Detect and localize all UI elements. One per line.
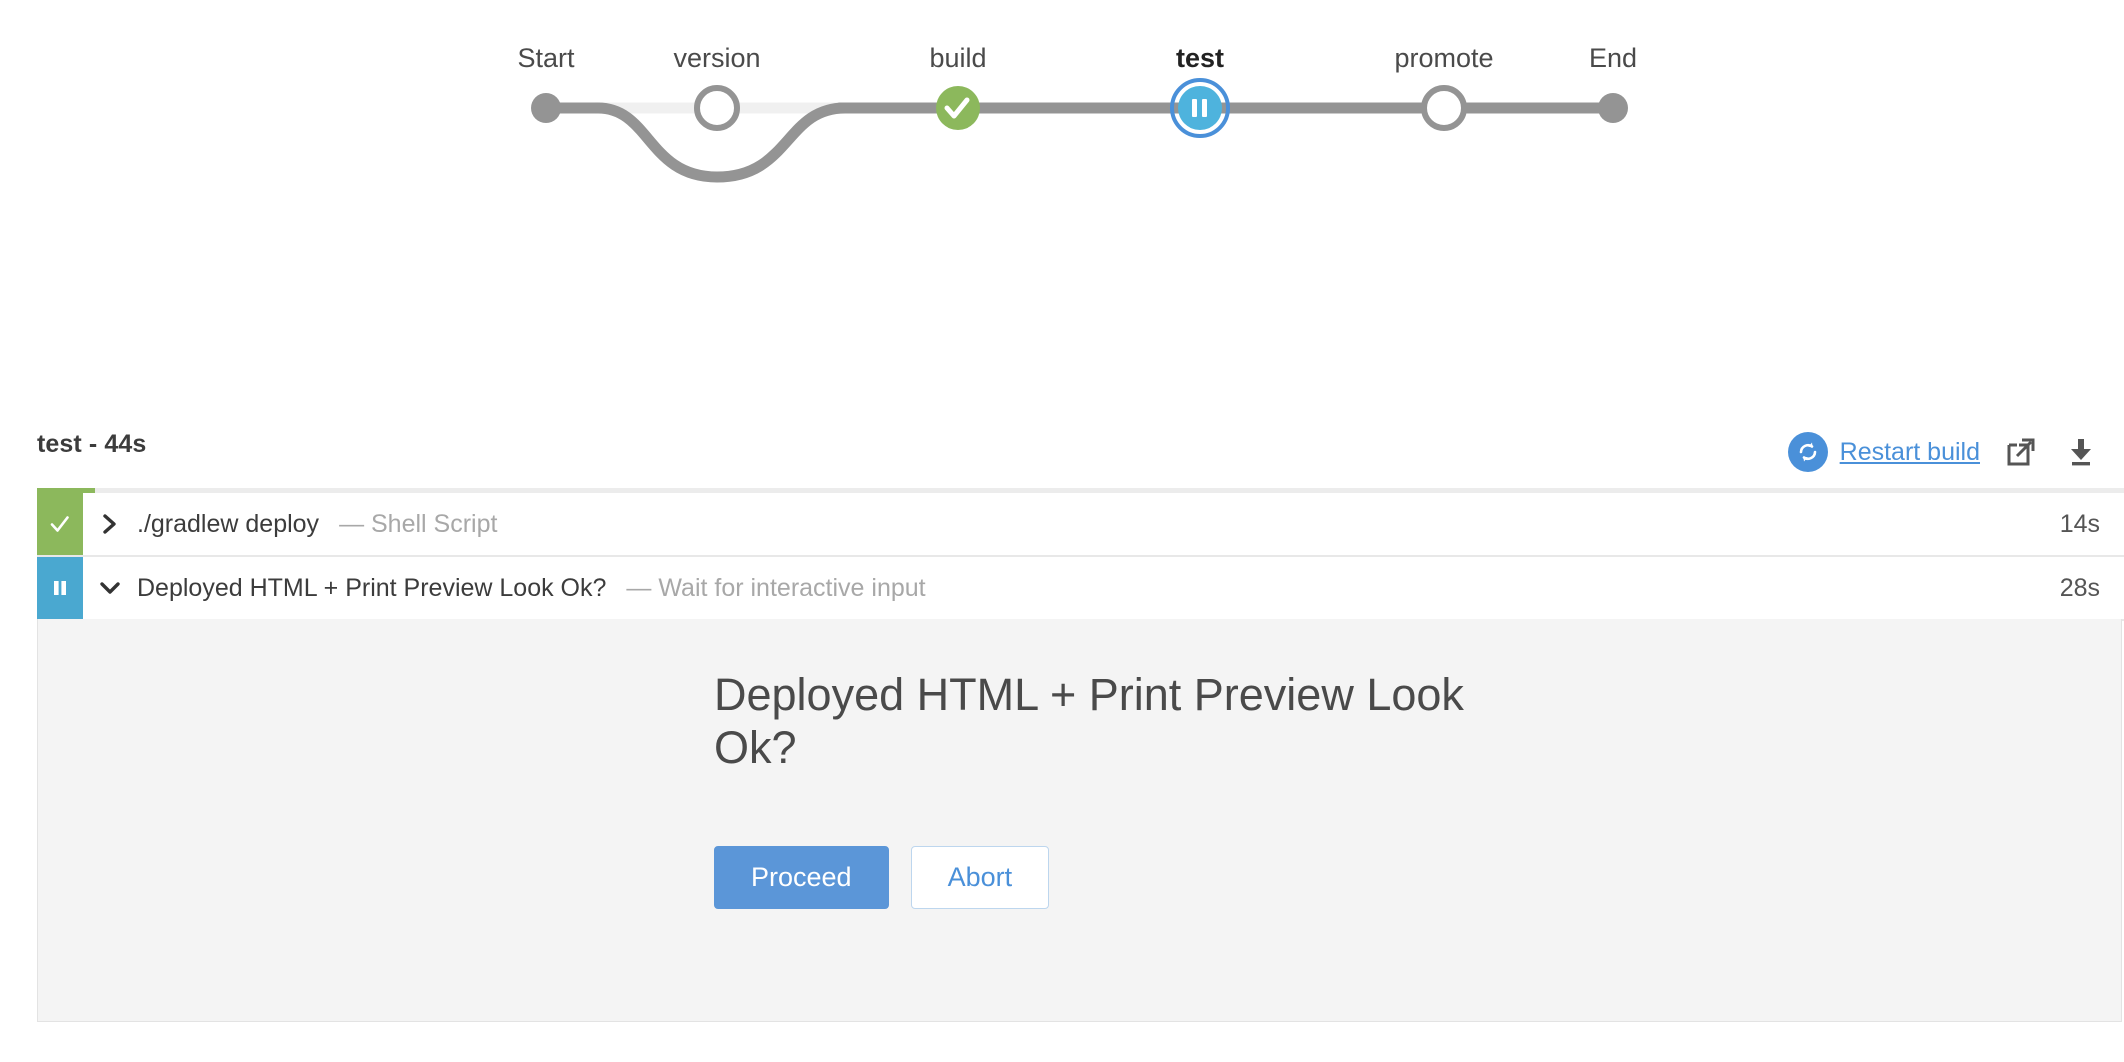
step-type: — Shell Script — [339, 509, 498, 538]
step-name: ./gradlew deploy — [137, 509, 320, 538]
page-title: test - 44s — [37, 430, 147, 458]
pipeline-label-end: End — [1589, 43, 1637, 73]
step-duration: 28s — [2059, 573, 2100, 602]
pipeline-node-end — [1598, 93, 1628, 123]
input-actions: Proceed Abort — [714, 846, 1534, 910]
step-type: — Wait for interactive input — [626, 573, 926, 602]
table-row[interactable]: ./gradlew deploy — Shell Script 14s — [37, 493, 2124, 557]
pipeline-label-version: version — [673, 43, 760, 73]
interactive-input-content: Deployed HTML + Print Preview Look Ok? P… — [714, 668, 1534, 910]
step-name: Deployed HTML + Print Preview Look Ok? — [137, 573, 607, 602]
abort-button[interactable]: Abort — [910, 846, 1050, 910]
steps-list: ./gradlew deploy — Shell Script 14s Depl… — [37, 493, 2124, 621]
external-link-icon[interactable] — [2002, 433, 2040, 471]
table-row[interactable]: Deployed HTML + Print Preview Look Ok? —… — [37, 557, 2124, 621]
pipeline-label-build: build — [929, 43, 986, 73]
step-status-paused — [37, 557, 83, 619]
header-actions: Restart build — [1787, 432, 2100, 472]
pipeline-node-start — [531, 93, 561, 123]
pause-icon — [54, 581, 66, 595]
check-icon — [50, 516, 69, 532]
restart-build-label[interactable]: Restart build — [1840, 438, 1980, 467]
step-duration: 14s — [2059, 509, 2100, 538]
pipeline-graph: Start version build test promote End — [0, 0, 2124, 230]
pipeline-node-test — [1178, 86, 1222, 130]
pipeline-node-promote — [1421, 85, 1467, 131]
download-icon[interactable] — [2062, 433, 2100, 471]
pipeline-label-test: test — [1176, 43, 1224, 73]
interactive-input-panel: Deployed HTML + Print Preview Look Ok? P… — [37, 619, 2122, 1022]
input-question: Deployed HTML + Print Preview Look Ok? — [714, 669, 1464, 774]
restart-build-button[interactable]: Restart build — [1787, 432, 1980, 472]
run-header: test - 44s Restart build — [0, 430, 2124, 488]
proceed-button[interactable]: Proceed — [714, 846, 889, 910]
restart-circle-icon — [1787, 432, 1828, 472]
pipeline-label-start: Start — [517, 43, 575, 73]
pipeline-label-promote: promote — [1394, 43, 1493, 73]
pipeline-node-version — [694, 85, 740, 131]
step-status-success — [37, 493, 83, 555]
chevron-right-icon[interactable] — [83, 512, 137, 536]
chevron-down-icon[interactable] — [83, 578, 137, 598]
